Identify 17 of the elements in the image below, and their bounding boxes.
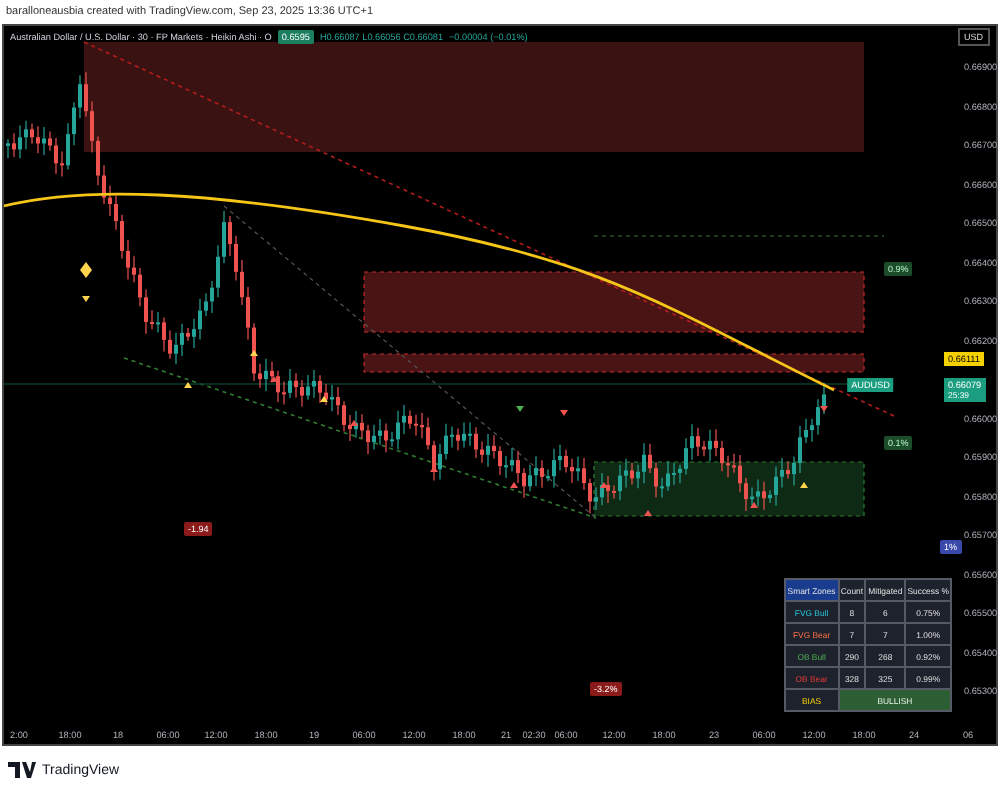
signal-marker (644, 510, 652, 516)
signal-marker (184, 382, 192, 388)
signal-marker (800, 482, 808, 488)
tradingview-logo-icon (8, 762, 36, 778)
signal-marker (270, 376, 278, 382)
signal-marker (82, 296, 90, 302)
signal-marker (560, 410, 568, 416)
signal-marker (510, 482, 518, 488)
signal-marker (750, 502, 758, 508)
signal-marker (350, 420, 358, 426)
signal-marker (320, 396, 328, 402)
diamond-icon (80, 262, 92, 278)
signal-marker (820, 406, 828, 412)
signal-marker (516, 406, 524, 412)
signal-marker (250, 350, 258, 356)
signal-marker (600, 482, 608, 488)
signal-marker (430, 466, 438, 472)
